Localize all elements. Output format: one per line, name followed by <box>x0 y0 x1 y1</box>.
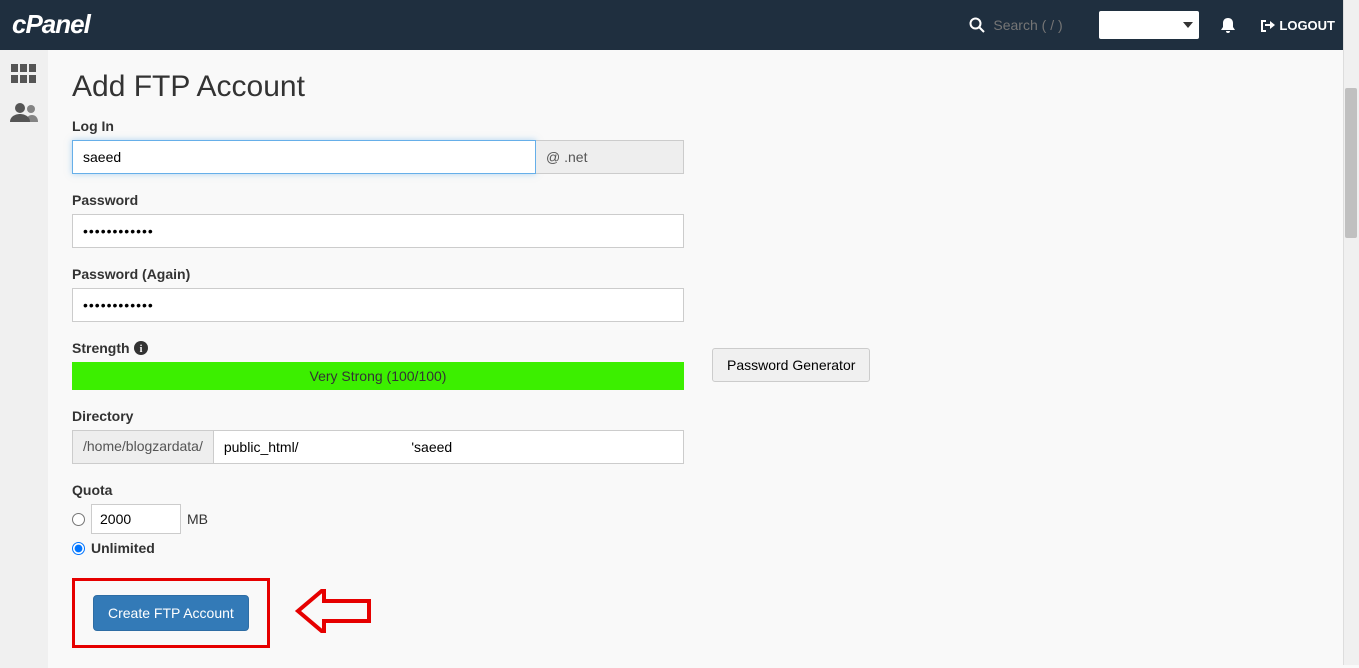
directory-prefix: /home/blogzardata/ <box>72 430 213 464</box>
quota-group: Quota MB Unlimited <box>72 482 1335 556</box>
home-grid-button[interactable] <box>11 64 37 84</box>
notifications-button[interactable] <box>1207 0 1249 50</box>
password-again-group: Password (Again) <box>72 266 1335 322</box>
directory-label: Directory <box>72 408 1335 424</box>
strength-bar: Very Strong (100/100) <box>72 362 684 390</box>
password-group: Password <box>72 192 1335 248</box>
svg-text:cPanel: cPanel <box>12 11 92 39</box>
info-icon[interactable]: i <box>134 341 148 355</box>
quota-unlimited-label: Unlimited <box>91 540 155 556</box>
left-sidebar <box>0 50 48 122</box>
search-icon[interactable] <box>969 17 985 33</box>
svg-text:i: i <box>139 344 142 355</box>
page-title: Add FTP Account <box>72 70 1335 104</box>
users-icon <box>10 102 38 122</box>
create-ftp-account-button[interactable]: Create FTP Account <box>93 595 249 631</box>
strength-text: Very Strong (100/100) <box>310 368 447 384</box>
quota-limited-radio[interactable] <box>72 513 85 526</box>
directory-group: Directory /home/blogzardata/ <box>72 408 1335 464</box>
logout-icon <box>1261 18 1275 32</box>
login-input[interactable] <box>72 140 536 174</box>
account-dropdown[interactable] <box>1099 11 1199 39</box>
password-generator-button[interactable]: Password Generator <box>712 348 870 382</box>
bell-icon <box>1219 16 1237 34</box>
quota-unlimited-radio[interactable] <box>72 542 85 555</box>
password-again-input[interactable] <box>72 288 684 322</box>
strength-group: Strength i Very Strong (100/100) Passwor… <box>72 340 1335 390</box>
grid-icon <box>11 64 37 84</box>
quota-input[interactable] <box>91 504 181 534</box>
domain-addon: @ .net <box>536 140 684 174</box>
login-group: Log In @ .net <box>72 118 1335 174</box>
password-again-label: Password (Again) <box>72 266 1335 282</box>
logout-label: LOGOUT <box>1279 18 1335 33</box>
search-area <box>969 17 1083 33</box>
search-input[interactable] <box>993 17 1083 33</box>
cpanel-logo[interactable]: cPanel <box>12 11 122 39</box>
annotation-arrow <box>294 589 374 633</box>
logout-button[interactable]: LOGOUT <box>1249 18 1347 33</box>
browser-scrollbar[interactable] <box>1343 0 1359 665</box>
password-input[interactable] <box>72 214 684 248</box>
directory-input[interactable] <box>213 430 684 464</box>
password-label: Password <box>72 192 1335 208</box>
annotation-highlight-box: Create FTP Account <box>72 578 270 648</box>
quota-label: Quota <box>72 482 1335 498</box>
user-manager-button[interactable] <box>10 102 38 122</box>
strength-label: Strength <box>72 340 130 356</box>
login-label: Log In <box>72 118 1335 134</box>
scrollbar-thumb[interactable] <box>1345 88 1357 238</box>
main-content: Add FTP Account Log In @ .net Password P… <box>48 50 1359 668</box>
caret-down-icon <box>1183 22 1193 28</box>
quota-unit: MB <box>187 511 208 527</box>
top-navbar: cPanel LOGOUT <box>0 0 1359 50</box>
